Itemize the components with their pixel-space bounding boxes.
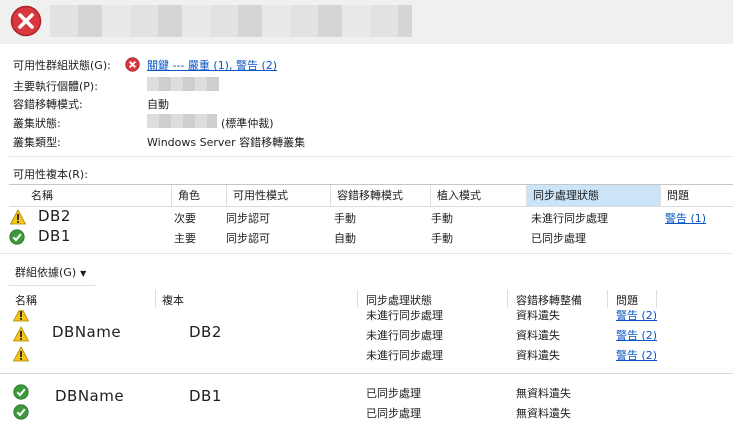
col-header-sync-state[interactable]: 同步處理狀態 bbox=[527, 185, 661, 206]
database-name: DBName bbox=[52, 323, 122, 341]
col-header-name[interactable]: 名稱 bbox=[15, 292, 37, 308]
col-header-availability-mode[interactable]: 可用性模式 bbox=[227, 185, 331, 206]
check-icon bbox=[13, 404, 29, 420]
replica-failover: 自動 bbox=[334, 232, 356, 245]
db-sync: 未進行同步處理 bbox=[366, 349, 443, 362]
col-header-failover-mode[interactable]: 容錯移轉模式 bbox=[331, 185, 431, 206]
col-header-seeding-mode[interactable]: 植入模式 bbox=[431, 185, 527, 206]
column-divider bbox=[507, 290, 508, 308]
db-readiness: 無資料遺失 bbox=[516, 407, 571, 420]
replica-sync: 未進行同步處理 bbox=[531, 212, 608, 225]
replicas-section-label: 可用性複本(R): bbox=[13, 168, 88, 181]
critical-icon bbox=[125, 57, 140, 72]
column-divider bbox=[155, 290, 156, 308]
db-readiness: 無資料遺失 bbox=[516, 387, 571, 400]
col-header-name[interactable]: 名稱 bbox=[9, 185, 172, 206]
replica-name: DB2 bbox=[38, 207, 71, 225]
db-readiness: 資料遺失 bbox=[516, 329, 560, 342]
replica-failover: 手動 bbox=[334, 212, 356, 225]
col-header-issues[interactable]: 問題 bbox=[661, 185, 733, 206]
check-icon bbox=[9, 229, 25, 245]
divider bbox=[9, 285, 95, 286]
db-issues-link[interactable]: 警告 (2) bbox=[616, 327, 657, 343]
group-divider bbox=[0, 373, 733, 374]
db-issues-link[interactable]: 警告 (2) bbox=[616, 310, 657, 323]
database-group: 未進行同步處理 資料遺失 警告 (2) 未進行同步處理 資料遺失 警告 (2) … bbox=[0, 310, 733, 374]
group-by-dropdown[interactable]: 群組依據(G) ▼ bbox=[15, 264, 86, 280]
warning-icon bbox=[10, 209, 26, 225]
error-icon bbox=[10, 5, 42, 37]
database-group: 已同步處理 無資料遺失 已同步處理 無資料遺失 DBName DB1 bbox=[0, 380, 733, 425]
replica-sync: 已同步處理 bbox=[531, 232, 586, 245]
databases-grid-header: 名稱 複本 同步處理狀態 容錯移轉整備 問題 bbox=[0, 290, 733, 310]
redacted-primary bbox=[147, 77, 219, 91]
db-sync: 已同步處理 bbox=[366, 407, 421, 420]
chevron-down-icon: ▼ bbox=[80, 269, 87, 278]
col-header-failover-readiness[interactable]: 容錯移轉整備 bbox=[516, 292, 582, 308]
cluster-state-value: (標準仲裁) bbox=[221, 117, 274, 130]
replica-seeding: 手動 bbox=[431, 212, 453, 225]
db-readiness: 資料遺失 bbox=[516, 349, 560, 362]
divider bbox=[0, 253, 733, 254]
database-replica: DB1 bbox=[189, 387, 222, 405]
table-row[interactable]: DB2 次要 同步認可 手動 手動 未進行同步處理 警告 (1) bbox=[9, 207, 733, 227]
db-sync: 未進行同步處理 bbox=[366, 329, 443, 342]
table-row[interactable]: DB1 主要 同步認可 自動 手動 已同步處理 bbox=[9, 227, 733, 247]
column-divider bbox=[656, 290, 657, 308]
failover-mode-value: 自動 bbox=[147, 98, 169, 111]
db-sync: 未進行同步處理 bbox=[366, 310, 443, 322]
column-divider bbox=[607, 290, 608, 308]
db-readiness: 資料遺失 bbox=[516, 310, 560, 322]
replica-availability: 同步認可 bbox=[226, 232, 270, 245]
group-by-label: 群組依據(G) bbox=[15, 266, 77, 279]
warning-icon bbox=[13, 346, 29, 362]
column-divider bbox=[357, 290, 358, 308]
table-row[interactable]: 已同步處理 無資料遺失 bbox=[0, 402, 733, 422]
replica-role: 次要 bbox=[174, 212, 196, 225]
health-label: 可用性群組狀態(G): bbox=[13, 59, 111, 72]
warning-icon bbox=[13, 326, 29, 342]
replica-name: DB1 bbox=[38, 227, 71, 245]
col-header-issues[interactable]: 問題 bbox=[616, 292, 638, 308]
database-replica: DB2 bbox=[189, 323, 222, 341]
replica-seeding: 手動 bbox=[431, 232, 453, 245]
table-row[interactable]: 未進行同步處理 資料遺失 警告 (2) bbox=[0, 310, 733, 324]
col-header-role[interactable]: 角色 bbox=[172, 185, 227, 206]
replicas-grid-header: 名稱 角色 可用性模式 容錯移轉模式 植入模式 同步處理狀態 問題 bbox=[9, 184, 733, 207]
col-header-sync-state[interactable]: 同步處理狀態 bbox=[366, 292, 432, 308]
col-header-replica[interactable]: 複本 bbox=[162, 292, 184, 308]
cluster-state-label: 叢集狀態: bbox=[13, 117, 61, 130]
replica-issues-link[interactable]: 警告 (1) bbox=[665, 210, 706, 226]
table-row[interactable]: 未進行同步處理 資料遺失 警告 (2) bbox=[0, 344, 733, 364]
db-sync: 已同步處理 bbox=[366, 387, 421, 400]
cluster-type-label: 叢集類型: bbox=[13, 136, 61, 149]
redacted-title bbox=[50, 5, 412, 37]
primary-instance-label: 主要執行個體(P): bbox=[13, 80, 98, 93]
health-link[interactable]: 關鍵 --- 嚴重 (1), 警告 (2) bbox=[147, 57, 277, 73]
replica-role: 主要 bbox=[174, 232, 196, 245]
replica-availability: 同步認可 bbox=[226, 212, 270, 225]
failover-mode-label: 容錯移轉模式: bbox=[13, 98, 83, 111]
database-name: DBName bbox=[55, 387, 125, 405]
check-icon bbox=[13, 384, 29, 400]
redacted-cluster bbox=[147, 114, 217, 128]
warning-icon bbox=[13, 310, 29, 322]
divider bbox=[9, 156, 733, 157]
cluster-type-value: Windows Server 容錯移轉叢集 bbox=[147, 136, 306, 149]
db-issues-link[interactable]: 警告 (2) bbox=[616, 347, 657, 363]
